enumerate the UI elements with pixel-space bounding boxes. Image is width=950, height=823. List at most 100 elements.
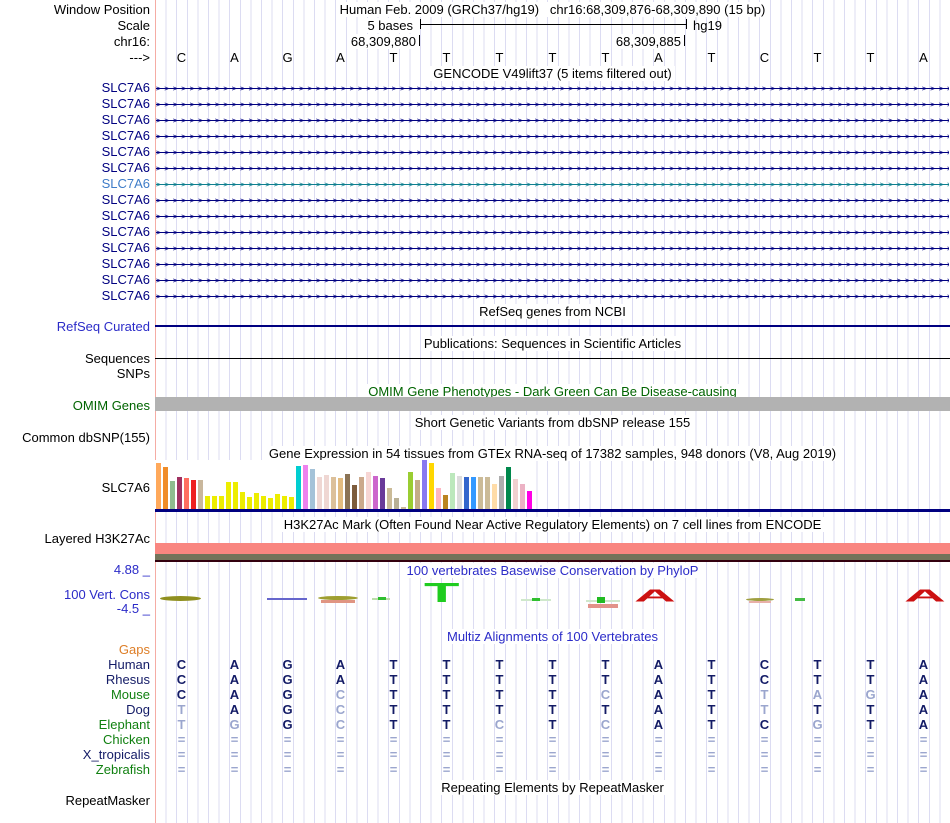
refseq-gene-line[interactable] <box>155 325 950 327</box>
gencode-gene-label[interactable]: SLC7A6 <box>102 96 150 111</box>
gencode-transcript-row[interactable]: >>>>>>>>>>>>>>>>>>>>>>>>>>>>>>>>>>>>>>>>… <box>156 180 949 189</box>
gtex-bar[interactable] <box>478 477 483 509</box>
gtex-bar[interactable] <box>184 478 189 509</box>
gtex-bar[interactable] <box>506 467 511 509</box>
omim-genes-label[interactable]: OMIM Genes <box>73 398 150 413</box>
gencode-gene-label[interactable]: SLC7A6 <box>102 176 150 191</box>
gencode-transcript-row[interactable]: >>>>>>>>>>>>>>>>>>>>>>>>>>>>>>>>>>>>>>>>… <box>156 100 949 109</box>
gencode-gene-label[interactable]: SLC7A6 <box>102 208 150 223</box>
dbsnp-track-title[interactable]: Short Genetic Variants from dbSNP releas… <box>155 415 950 430</box>
gtex-bar[interactable] <box>380 478 385 509</box>
gencode-gene-label[interactable]: SLC7A6 <box>102 272 150 287</box>
h3k27ac-signal-salmon[interactable] <box>155 543 950 554</box>
multiz-species-label[interactable]: Rhesus <box>106 672 150 687</box>
multiz-species-label[interactable]: Gaps <box>119 642 150 657</box>
gtex-bar[interactable] <box>331 477 336 509</box>
gtex-bar[interactable] <box>254 493 259 509</box>
gencode-gene-label[interactable]: SLC7A6 <box>102 160 150 175</box>
repeatmasker-track-title[interactable]: Repeating Elements by RepeatMasker <box>155 780 950 795</box>
gtex-bar[interactable] <box>450 473 455 509</box>
gtex-bar[interactable] <box>247 497 252 509</box>
gtex-bar[interactable] <box>233 482 238 509</box>
gtex-bar[interactable] <box>429 463 434 509</box>
gtex-bar[interactable] <box>415 480 420 509</box>
gtex-bar[interactable] <box>156 463 161 509</box>
gtex-bar[interactable] <box>282 496 287 509</box>
gtex-bar[interactable] <box>275 494 280 509</box>
gtex-bar[interactable] <box>303 465 308 509</box>
gtex-bar[interactable] <box>268 498 273 509</box>
gtex-bar[interactable] <box>191 480 196 509</box>
multiz-species-label[interactable]: X_tropicalis <box>83 747 150 762</box>
gencode-transcript-row[interactable]: >>>>>>>>>>>>>>>>>>>>>>>>>>>>>>>>>>>>>>>>… <box>156 196 949 205</box>
gtex-bar[interactable] <box>359 477 364 509</box>
multiz-species-label[interactable]: Dog <box>126 702 150 717</box>
refseq-curated-label[interactable]: RefSeq Curated <box>57 319 150 334</box>
gtex-bar[interactable] <box>527 491 532 509</box>
gtex-bar[interactable] <box>366 472 371 509</box>
gtex-track-title[interactable]: Gene Expression in 54 tissues from GTEx … <box>155 446 950 461</box>
gencode-gene-label[interactable]: SLC7A6 <box>102 192 150 207</box>
layered-h3k27ac-label[interactable]: Layered H3K27Ac <box>44 531 150 546</box>
gencode-transcript-row[interactable]: >>>>>>>>>>>>>>>>>>>>>>>>>>>>>>>>>>>>>>>>… <box>156 244 949 253</box>
gencode-gene-label[interactable]: SLC7A6 <box>102 288 150 303</box>
gencode-gene-label[interactable]: SLC7A6 <box>102 112 150 127</box>
gencode-track-title[interactable]: GENCODE V49lift37 (5 items filtered out) <box>155 66 950 81</box>
gencode-transcript-row[interactable]: >>>>>>>>>>>>>>>>>>>>>>>>>>>>>>>>>>>>>>>>… <box>156 260 949 269</box>
multiz-species-label[interactable]: Zebrafish <box>96 762 150 777</box>
gtex-bar[interactable] <box>317 477 322 509</box>
gtex-bar[interactable] <box>513 479 518 509</box>
gencode-gene-label[interactable]: SLC7A6 <box>102 144 150 159</box>
gtex-bar[interactable] <box>492 484 497 509</box>
gtex-bar[interactable] <box>170 481 175 509</box>
gencode-transcript-row[interactable]: >>>>>>>>>>>>>>>>>>>>>>>>>>>>>>>>>>>>>>>>… <box>156 276 949 285</box>
gencode-transcript-row[interactable]: >>>>>>>>>>>>>>>>>>>>>>>>>>>>>>>>>>>>>>>>… <box>156 116 949 125</box>
omim-gene-bar[interactable] <box>155 397 950 411</box>
conservation-track-title[interactable]: 100 vertebrates Basewise Conservation by… <box>155 563 950 578</box>
gtex-bar[interactable] <box>408 472 413 509</box>
h3k27ac-track-title[interactable]: H3K27Ac Mark (Often Found Near Active Re… <box>155 517 950 532</box>
gtex-bar[interactable] <box>296 466 301 509</box>
publications-track-title[interactable]: Publications: Sequences in Scientific Ar… <box>155 336 950 351</box>
multiz-species-label[interactable]: Human <box>108 657 150 672</box>
gtex-bar[interactable] <box>289 497 294 509</box>
gencode-transcript-row[interactable]: >>>>>>>>>>>>>>>>>>>>>>>>>>>>>>>>>>>>>>>>… <box>156 228 949 237</box>
repeatmasker-label[interactable]: RepeatMasker <box>65 793 150 808</box>
multiz-track-title[interactable]: Multiz Alignments of 100 Vertebrates <box>155 629 950 644</box>
gencode-gene-label[interactable]: SLC7A6 <box>102 80 150 95</box>
gtex-bar[interactable] <box>422 460 427 509</box>
conservation-logo-area[interactable]: TAA <box>155 580 950 615</box>
gencode-transcript-row[interactable]: >>>>>>>>>>>>>>>>>>>>>>>>>>>>>>>>>>>>>>>>… <box>156 164 949 173</box>
gtex-bar[interactable] <box>324 475 329 509</box>
gtex-bar[interactable] <box>373 476 378 509</box>
gtex-bar[interactable] <box>310 469 315 509</box>
gtex-bar[interactable] <box>163 467 168 509</box>
gencode-transcript-row[interactable]: >>>>>>>>>>>>>>>>>>>>>>>>>>>>>>>>>>>>>>>>… <box>156 132 949 141</box>
gtex-bar[interactable] <box>464 477 469 509</box>
gtex-bar[interactable] <box>205 496 210 509</box>
gtex-bar[interactable] <box>520 484 525 509</box>
gencode-transcript-row[interactable]: >>>>>>>>>>>>>>>>>>>>>>>>>>>>>>>>>>>>>>>>… <box>156 212 949 221</box>
common-dbsnp-label[interactable]: Common dbSNP(155) <box>22 430 150 445</box>
gtex-bar[interactable] <box>352 485 357 509</box>
gtex-bar[interactable] <box>345 474 350 509</box>
multiz-species-label[interactable]: Chicken <box>103 732 150 747</box>
gtex-gene-label[interactable]: SLC7A6 <box>102 480 150 495</box>
sequences-line[interactable] <box>155 358 950 359</box>
gtex-bar[interactable] <box>261 496 266 509</box>
gtex-bar[interactable] <box>338 478 343 509</box>
gtex-bar[interactable] <box>443 495 448 509</box>
gtex-bar[interactable] <box>219 496 224 509</box>
gtex-bar[interactable] <box>177 477 182 509</box>
snps-label[interactable]: SNPs <box>117 366 150 381</box>
gtex-bar[interactable] <box>436 488 441 509</box>
sequences-label[interactable]: Sequences <box>85 351 150 366</box>
gencode-gene-label[interactable]: SLC7A6 <box>102 240 150 255</box>
gtex-bar[interactable] <box>499 476 504 509</box>
gencode-gene-label[interactable]: SLC7A6 <box>102 224 150 239</box>
gtex-bar[interactable] <box>387 488 392 509</box>
gencode-transcript-row[interactable]: >>>>>>>>>>>>>>>>>>>>>>>>>>>>>>>>>>>>>>>>… <box>156 84 949 93</box>
multiz-species-label[interactable]: Elephant <box>99 717 150 732</box>
gencode-transcript-row[interactable]: >>>>>>>>>>>>>>>>>>>>>>>>>>>>>>>>>>>>>>>>… <box>156 148 949 157</box>
gtex-bar[interactable] <box>226 482 231 509</box>
